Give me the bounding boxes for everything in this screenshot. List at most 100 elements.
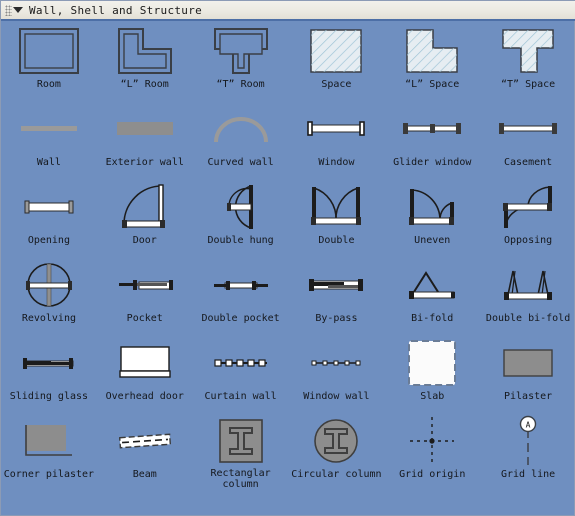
rectangular-column-shape-icon[interactable] <box>198 414 284 467</box>
shape-item-bi-fold[interactable]: Bi-fold <box>384 256 480 334</box>
shape-item-double-bi-fold[interactable]: Double bi-fold <box>480 256 575 334</box>
shape-item-exterior-wall[interactable]: Exterior wall <box>97 100 193 178</box>
shape-item-room[interactable]: Room <box>1 22 97 100</box>
grid-origin-shape-icon[interactable] <box>389 414 475 468</box>
by-pass-shape-icon[interactable] <box>293 258 379 312</box>
double-pocket-shape-icon[interactable] <box>198 258 284 312</box>
shape-label: Room <box>36 79 61 90</box>
bi-fold-shape-icon[interactable] <box>389 258 475 312</box>
shape-item-door[interactable]: Door <box>97 178 193 256</box>
shape-item-pocket[interactable]: Pocket <box>97 256 193 334</box>
shape-item-t-room[interactable]: “T” Room <box>193 22 289 100</box>
shape-item-circular-column[interactable]: Circular column <box>289 412 385 490</box>
pocket-door-shape-icon[interactable] <box>102 258 188 312</box>
shape-item-casement[interactable]: Casement <box>480 100 575 178</box>
curtain-wall-shape-icon[interactable] <box>198 336 284 390</box>
shape-label: “T” Space <box>500 79 556 90</box>
shape-label: Pilaster <box>503 391 553 402</box>
shape-label: Curtain wall <box>204 391 277 402</box>
stencil-panel: Wall, Shell and Structure Room “L” Room <box>0 0 575 516</box>
shape-label: Double pocket <box>201 313 280 324</box>
shape-label: Beam <box>132 469 157 480</box>
shape-item-grid-origin[interactable]: Grid origin <box>384 412 480 490</box>
sliding-glass-shape-icon[interactable] <box>6 336 92 390</box>
corner-pilaster-shape-icon[interactable] <box>6 414 92 468</box>
shape-item-pilaster[interactable]: Pilaster <box>480 334 575 412</box>
slab-shape-icon[interactable] <box>389 336 475 390</box>
shape-item-curtain-wall[interactable]: Curtain wall <box>193 334 289 412</box>
shape-item-double[interactable]: Double <box>289 178 385 256</box>
shape-item-double-hung[interactable]: Double hung <box>193 178 289 256</box>
curved-wall-shape-icon[interactable] <box>198 102 284 156</box>
stencil-title-bar[interactable]: Wall, Shell and Structure <box>1 1 575 21</box>
shape-label: Window wall <box>303 391 370 402</box>
glider-window-shape-icon[interactable] <box>389 102 475 156</box>
shape-label: By-pass <box>315 313 358 324</box>
circular-column-shape-icon[interactable] <box>293 414 379 468</box>
shape-item-glider-window[interactable]: Glider window <box>384 100 480 178</box>
revolving-door-shape-icon[interactable] <box>6 258 92 312</box>
shape-label: “T” Room <box>216 79 265 90</box>
shape-item-revolving[interactable]: Revolving <box>1 256 97 334</box>
shape-label: Grid origin <box>399 469 466 480</box>
shape-label: Wall <box>36 157 61 168</box>
shape-item-sliding-glass[interactable]: Sliding glass <box>1 334 97 412</box>
grid-line-shape-icon[interactable]: A <box>485 414 571 468</box>
shape-item-overhead-door[interactable]: Overhead door <box>97 334 193 412</box>
shape-item-t-space[interactable]: “T” Space <box>480 22 575 100</box>
shape-item-slab[interactable]: Slab <box>384 334 480 412</box>
shape-item-uneven[interactable]: Uneven <box>384 178 480 256</box>
shape-item-curved-wall[interactable]: Curved wall <box>193 100 289 178</box>
shape-item-l-room[interactable]: “L” Room <box>97 22 193 100</box>
wall-shape-icon[interactable] <box>6 102 92 156</box>
shape-item-opening[interactable]: Opening <box>1 178 97 256</box>
shape-label: Circular column <box>291 469 382 480</box>
shape-label: Double hung <box>207 235 274 246</box>
opening-shape-icon[interactable] <box>6 180 92 234</box>
room-shape-icon[interactable] <box>6 24 92 78</box>
shape-label: Opposing <box>503 235 553 246</box>
shape-item-rectangular-column[interactable]: Rectanglar column <box>193 412 289 490</box>
window-wall-shape-icon[interactable] <box>293 336 379 390</box>
double-door-shape-icon[interactable] <box>293 180 379 234</box>
uneven-door-shape-icon[interactable] <box>389 180 475 234</box>
opposing-door-shape-icon[interactable] <box>485 180 571 234</box>
shape-item-beam[interactable]: Beam <box>97 412 193 490</box>
shape-item-grid-line[interactable]: A Grid line <box>480 412 575 490</box>
t-space-shape-icon[interactable] <box>485 24 571 78</box>
shape-item-space[interactable]: Space <box>289 22 385 100</box>
double-hung-shape-icon[interactable] <box>198 180 284 234</box>
shape-item-corner-pilaster[interactable]: Corner pilaster <box>1 412 97 490</box>
shape-label: Rectanglar column <box>210 468 271 490</box>
shape-item-opposing[interactable]: Opposing <box>480 178 575 256</box>
l-room-shape-icon[interactable] <box>102 24 188 78</box>
shape-label: Space <box>321 79 352 90</box>
casement-shape-icon[interactable] <box>485 102 571 156</box>
grid-line-marker-label: A <box>526 420 531 429</box>
overhead-door-shape-icon[interactable] <box>102 336 188 390</box>
l-space-shape-icon[interactable] <box>389 24 475 78</box>
pilaster-shape-icon[interactable] <box>485 336 571 390</box>
shape-item-by-pass[interactable]: By-pass <box>289 256 385 334</box>
space-shape-icon[interactable] <box>293 24 379 78</box>
shape-label: Window <box>318 157 355 168</box>
shape-item-l-space[interactable]: “L” Space <box>384 22 480 100</box>
double-bi-fold-shape-icon[interactable] <box>485 258 571 312</box>
shape-label: Uneven <box>414 235 451 246</box>
shape-item-double-pocket[interactable]: Double pocket <box>193 256 289 334</box>
t-room-shape-icon[interactable] <box>198 24 284 78</box>
chevron-down-icon[interactable] <box>13 7 23 13</box>
shape-item-window-wall[interactable]: Window wall <box>289 334 385 412</box>
drag-grip-icon[interactable] <box>5 4 12 16</box>
shape-label: Door <box>132 235 157 246</box>
shape-label: Curved wall <box>207 157 274 168</box>
shape-label: Double bi-fold <box>485 313 571 324</box>
window-shape-icon[interactable] <box>293 102 379 156</box>
beam-shape-icon[interactable] <box>102 414 188 468</box>
shape-item-wall[interactable]: Wall <box>1 100 97 178</box>
shape-item-window[interactable]: Window <box>289 100 385 178</box>
exterior-wall-shape-icon[interactable] <box>102 102 188 156</box>
shape-label: Bi-fold <box>411 313 454 324</box>
door-shape-icon[interactable] <box>102 180 188 234</box>
shape-label: Opening <box>27 235 70 246</box>
